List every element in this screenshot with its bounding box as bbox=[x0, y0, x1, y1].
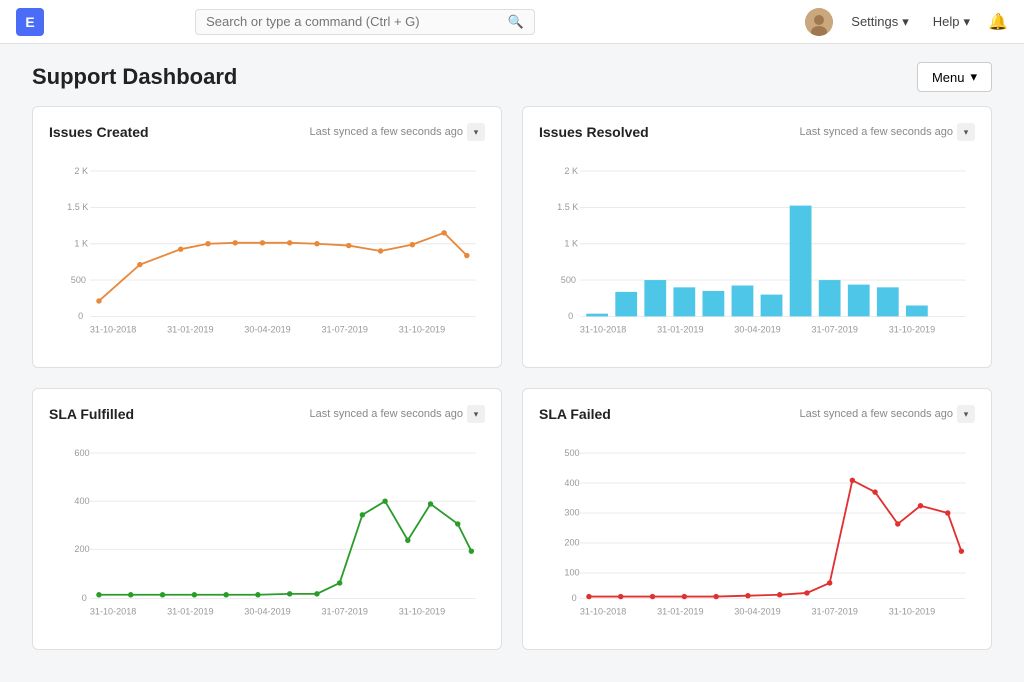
notifications-icon[interactable]: 🔔 bbox=[988, 12, 1008, 32]
svg-text:1.5 K: 1.5 K bbox=[557, 202, 578, 212]
svg-text:31-07-2019: 31-07-2019 bbox=[812, 325, 858, 335]
svg-text:31-10-2019: 31-10-2019 bbox=[889, 607, 935, 617]
sla-fulfilled-chart: 600 400 200 0 31-10-2018 31-01-2019 30-0… bbox=[49, 433, 485, 633]
svg-text:31-10-2018: 31-10-2018 bbox=[90, 325, 136, 335]
sla-fulfilled-sync: Last synced a few seconds ago ▾ bbox=[310, 405, 485, 423]
sla-fulfilled-dropdown[interactable]: ▾ bbox=[467, 405, 485, 423]
svg-text:300: 300 bbox=[564, 508, 579, 518]
svg-text:30-04-2019: 30-04-2019 bbox=[244, 325, 290, 335]
svg-text:400: 400 bbox=[564, 478, 579, 488]
svg-text:200: 200 bbox=[564, 538, 579, 548]
svg-text:31-10-2018: 31-10-2018 bbox=[580, 607, 626, 617]
svg-text:1 K: 1 K bbox=[564, 238, 578, 248]
search-input[interactable] bbox=[206, 14, 508, 29]
page-title: Support Dashboard bbox=[32, 64, 237, 90]
sla-failed-chart: 500 400 300 200 100 0 31-10-2018 31-01-2… bbox=[539, 433, 975, 633]
sla-fulfilled-svg: 600 400 200 0 31-10-2018 31-01-2019 30-0… bbox=[49, 433, 485, 633]
sla-failed-card: SLA Failed Last synced a few seconds ago… bbox=[522, 388, 992, 650]
issues-resolved-chart: 2 K 1.5 K 1 K 500 0 31-10-2018 31-01-201… bbox=[539, 151, 975, 351]
svg-text:500: 500 bbox=[561, 275, 576, 285]
svg-text:31-01-2019: 31-01-2019 bbox=[167, 325, 213, 335]
top-navigation: E 🔍 Settings ▾ Help ▾ 🔔 bbox=[0, 0, 1024, 44]
app-logo[interactable]: E bbox=[16, 8, 44, 36]
svg-text:0: 0 bbox=[78, 311, 83, 321]
issues-created-sync: Last synced a few seconds ago ▾ bbox=[310, 123, 485, 141]
svg-text:400: 400 bbox=[74, 496, 89, 506]
sla-failed-title: SLA Failed bbox=[539, 406, 611, 422]
svg-text:31-10-2019: 31-10-2019 bbox=[399, 325, 445, 335]
search-icon: 🔍 bbox=[508, 14, 524, 30]
svg-text:0: 0 bbox=[568, 311, 573, 321]
svg-text:31-07-2019: 31-07-2019 bbox=[321, 607, 367, 617]
issues-created-header: Issues Created Last synced a few seconds… bbox=[49, 123, 485, 141]
issues-resolved-card: Issues Resolved Last synced a few second… bbox=[522, 106, 992, 368]
svg-text:31-01-2019: 31-01-2019 bbox=[657, 325, 703, 335]
search-bar[interactable]: 🔍 bbox=[195, 9, 535, 35]
issues-created-chart: 2 K 1.5 K 1 K 500 0 31-10-2018 31-01-201… bbox=[49, 151, 485, 351]
svg-text:1 K: 1 K bbox=[74, 238, 88, 248]
svg-text:31-10-2018: 31-10-2018 bbox=[90, 607, 136, 617]
svg-text:2 K: 2 K bbox=[74, 166, 88, 176]
sla-failed-dropdown[interactable]: ▾ bbox=[957, 405, 975, 423]
avatar[interactable] bbox=[805, 8, 833, 36]
svg-text:0: 0 bbox=[572, 593, 577, 603]
issues-resolved-svg: 2 K 1.5 K 1 K 500 0 31-10-2018 31-01-201… bbox=[539, 151, 975, 351]
svg-text:0: 0 bbox=[82, 593, 87, 603]
sla-failed-sync: Last synced a few seconds ago ▾ bbox=[800, 405, 975, 423]
issues-resolved-header: Issues Resolved Last synced a few second… bbox=[539, 123, 975, 141]
page-header: Support Dashboard Menu ▾ bbox=[0, 44, 1024, 106]
svg-text:31-01-2019: 31-01-2019 bbox=[657, 607, 703, 617]
svg-text:200: 200 bbox=[74, 544, 89, 554]
svg-text:30-04-2019: 30-04-2019 bbox=[734, 325, 780, 335]
svg-text:2 K: 2 K bbox=[564, 166, 578, 176]
dashboard-grid: Issues Created Last synced a few seconds… bbox=[0, 106, 1024, 682]
svg-text:30-04-2019: 30-04-2019 bbox=[244, 607, 290, 617]
svg-text:31-10-2019: 31-10-2019 bbox=[889, 325, 935, 335]
sla-failed-svg: 500 400 300 200 100 0 31-10-2018 31-01-2… bbox=[539, 433, 975, 633]
svg-text:600: 600 bbox=[74, 448, 89, 458]
sla-fulfilled-header: SLA Fulfilled Last synced a few seconds … bbox=[49, 405, 485, 423]
svg-text:31-10-2018: 31-10-2018 bbox=[580, 325, 626, 335]
menu-button[interactable]: Menu ▾ bbox=[917, 62, 992, 92]
issues-created-svg: 2 K 1.5 K 1 K 500 0 31-10-2018 31-01-201… bbox=[49, 151, 485, 351]
sla-failed-header: SLA Failed Last synced a few seconds ago… bbox=[539, 405, 975, 423]
issues-created-dropdown[interactable]: ▾ bbox=[467, 123, 485, 141]
svg-text:31-07-2019: 31-07-2019 bbox=[812, 607, 858, 617]
svg-text:31-01-2019: 31-01-2019 bbox=[167, 607, 213, 617]
help-button[interactable]: Help ▾ bbox=[927, 10, 976, 34]
svg-text:30-04-2019: 30-04-2019 bbox=[734, 607, 780, 617]
issues-resolved-dropdown[interactable]: ▾ bbox=[957, 123, 975, 141]
svg-text:100: 100 bbox=[564, 568, 579, 578]
svg-text:1.5 K: 1.5 K bbox=[67, 202, 88, 212]
issues-created-card: Issues Created Last synced a few seconds… bbox=[32, 106, 502, 368]
issues-resolved-sync: Last synced a few seconds ago ▾ bbox=[800, 123, 975, 141]
issues-resolved-title: Issues Resolved bbox=[539, 124, 649, 140]
sla-fulfilled-card: SLA Fulfilled Last synced a few seconds … bbox=[32, 388, 502, 650]
sla-fulfilled-title: SLA Fulfilled bbox=[49, 406, 134, 422]
settings-button[interactable]: Settings ▾ bbox=[845, 10, 915, 34]
svg-text:500: 500 bbox=[564, 448, 579, 458]
svg-text:500: 500 bbox=[71, 275, 86, 285]
avatar-image bbox=[805, 8, 833, 36]
topnav-right: Settings ▾ Help ▾ 🔔 bbox=[805, 8, 1008, 36]
issues-created-title: Issues Created bbox=[49, 124, 149, 140]
svg-text:31-10-2019: 31-10-2019 bbox=[399, 607, 445, 617]
svg-text:31-07-2019: 31-07-2019 bbox=[321, 325, 367, 335]
